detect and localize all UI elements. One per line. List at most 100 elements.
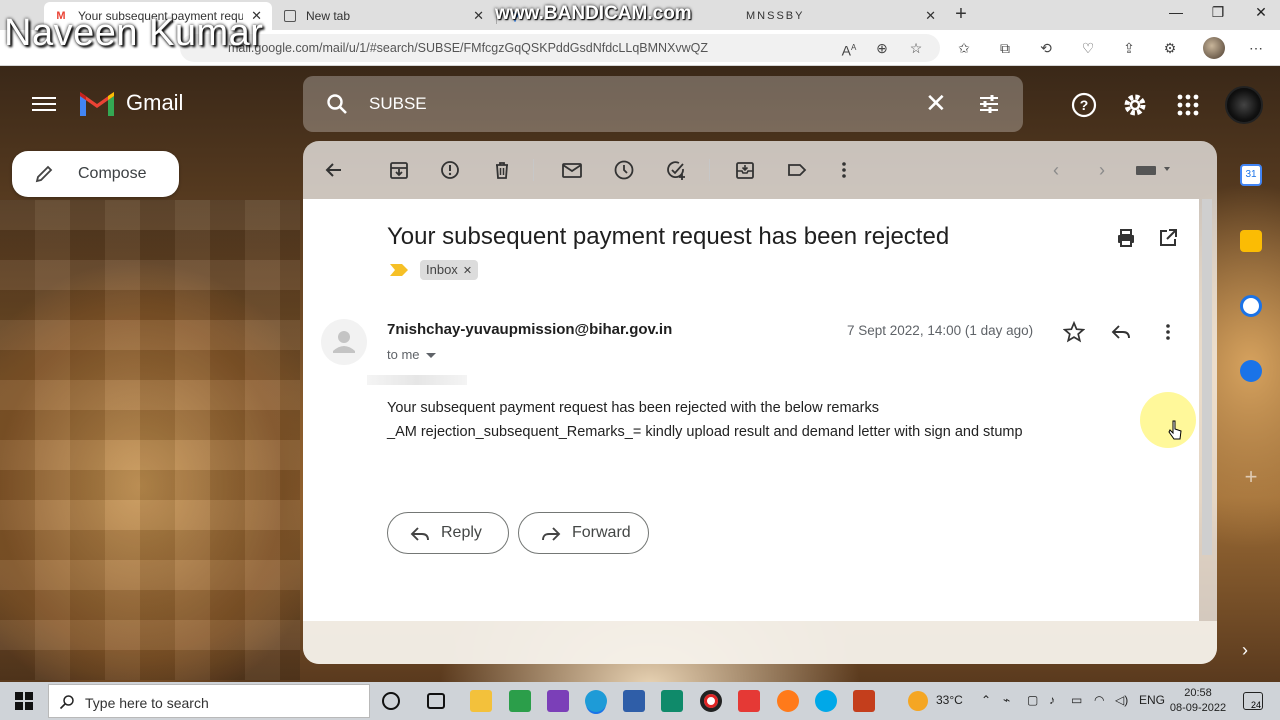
temperature-readout[interactable]: 33°C bbox=[936, 693, 963, 707]
profile-avatar[interactable] bbox=[1203, 37, 1225, 59]
back-arrow-icon[interactable] bbox=[323, 159, 345, 181]
pixelated-sidebar bbox=[0, 200, 300, 680]
more-message-options-icon[interactable] bbox=[1157, 321, 1179, 343]
keep-icon[interactable] bbox=[1240, 230, 1262, 252]
show-side-panel-icon[interactable]: › bbox=[1242, 640, 1248, 661]
older-message-icon[interactable]: › bbox=[1092, 159, 1112, 181]
sender-email[interactable]: 7nishchay-yuvaupmission@bihar.gov.in bbox=[387, 321, 672, 338]
settings-gear-icon[interactable] bbox=[1122, 92, 1148, 118]
history-icon[interactable]: ⟲ bbox=[1035, 38, 1057, 58]
tray-chevron-icon[interactable]: ⌃ bbox=[981, 693, 991, 707]
open-in-new-window-icon[interactable] bbox=[1157, 227, 1179, 249]
google-apps-icon[interactable] bbox=[1175, 92, 1201, 118]
show-details-icon[interactable] bbox=[425, 353, 436, 359]
taskbar-search-box[interactable]: Type here to search bbox=[48, 684, 370, 718]
maximize-icon[interactable]: ❐ bbox=[1200, 4, 1236, 21]
message-body-line: _AM rejection_subsequent_Remarks_= kindl… bbox=[387, 424, 1023, 440]
network-app-icon[interactable] bbox=[623, 690, 645, 712]
label-icon[interactable] bbox=[786, 159, 808, 181]
favorites-icon[interactable]: ✩ bbox=[953, 38, 975, 58]
browser-essentials-icon[interactable]: ♡ bbox=[1077, 38, 1099, 58]
media-app-icon[interactable] bbox=[661, 690, 683, 712]
help-icon[interactable]: ? bbox=[1071, 92, 1097, 118]
search-icon[interactable] bbox=[325, 92, 349, 116]
extensions-icon[interactable]: ⚙ bbox=[1159, 38, 1181, 58]
main-menu-icon[interactable] bbox=[32, 93, 56, 113]
tasks-icon[interactable] bbox=[1240, 295, 1262, 317]
cortana-icon[interactable] bbox=[382, 692, 400, 710]
tray-battery-icon[interactable]: ▭ bbox=[1071, 693, 1082, 707]
report-spam-icon[interactable] bbox=[439, 159, 461, 181]
message-scrollbar[interactable] bbox=[1201, 199, 1213, 555]
star-icon[interactable] bbox=[1063, 321, 1085, 343]
read-aloud-icon[interactable]: AA bbox=[838, 38, 860, 59]
snooze-clock-icon[interactable] bbox=[613, 159, 635, 181]
close-icon[interactable]: ✕ bbox=[925, 8, 936, 24]
file-explorer-icon[interactable] bbox=[470, 690, 492, 712]
youtube-icon[interactable] bbox=[738, 690, 760, 712]
firefox-icon[interactable] bbox=[777, 690, 799, 712]
move-to-icon[interactable] bbox=[734, 159, 756, 181]
compose-button[interactable]: Compose bbox=[12, 151, 179, 197]
add-to-tasks-icon[interactable] bbox=[665, 159, 687, 181]
input-tools-keyboard-icon[interactable] bbox=[1135, 159, 1175, 181]
google-account-avatar[interactable] bbox=[1225, 86, 1263, 124]
tab-label: New tab bbox=[306, 9, 351, 23]
more-options-icon[interactable]: ⋯ bbox=[1245, 38, 1267, 58]
recipient-text: to me bbox=[387, 347, 420, 362]
important-marker-icon[interactable] bbox=[390, 264, 408, 276]
forward-button[interactable]: Forward bbox=[518, 512, 649, 554]
email-subject: Your subsequent payment request has been… bbox=[387, 223, 950, 250]
task-view-icon[interactable] bbox=[427, 693, 445, 709]
clock-time: 20:58 bbox=[1184, 687, 1212, 699]
tray-network-icon[interactable]: ⌁ bbox=[1003, 693, 1010, 707]
calendar-icon[interactable]: 31 bbox=[1240, 164, 1262, 186]
search-input[interactable]: SUBSE bbox=[369, 94, 427, 114]
tab-new-tab[interactable]: New tab ✕ bbox=[274, 2, 494, 30]
edge-browser-icon[interactable] bbox=[585, 690, 607, 712]
delete-icon[interactable] bbox=[491, 159, 513, 181]
print-icon[interactable] bbox=[1115, 227, 1137, 249]
clear-search-icon[interactable]: ✕ bbox=[925, 88, 947, 119]
collections-icon[interactable]: ⧉ bbox=[994, 38, 1016, 58]
search-bar[interactable]: SUBSE ✕ bbox=[303, 76, 1023, 132]
tray-microphone-icon[interactable]: ♪ bbox=[1049, 693, 1055, 707]
scroll-thumb[interactable] bbox=[1202, 199, 1212, 555]
forward-arrow-icon bbox=[542, 527, 561, 541]
add-favorite-icon[interactable]: ☆ bbox=[905, 38, 927, 58]
powerpoint-icon[interactable] bbox=[853, 690, 875, 712]
recipient-line[interactable]: to me bbox=[387, 347, 436, 362]
close-icon[interactable]: ✕ bbox=[473, 8, 484, 24]
mark-unread-icon[interactable] bbox=[561, 159, 583, 181]
recorder-name-overlay: Naveen Kumar bbox=[4, 12, 264, 54]
weather-icon[interactable] bbox=[908, 691, 928, 711]
close-window-icon[interactable]: ✕ bbox=[1243, 4, 1279, 21]
reply-icon[interactable] bbox=[1110, 321, 1132, 343]
share-icon[interactable]: ⇪ bbox=[1118, 38, 1140, 58]
minimize-icon[interactable]: — bbox=[1158, 4, 1194, 20]
skype-icon[interactable] bbox=[815, 690, 837, 712]
get-addons-icon[interactable]: + bbox=[1240, 466, 1262, 488]
more-actions-icon[interactable] bbox=[833, 159, 855, 181]
newer-message-icon[interactable]: ‹ bbox=[1046, 159, 1066, 181]
new-tab-button[interactable]: + bbox=[950, 3, 972, 27]
sender-avatar bbox=[321, 319, 367, 365]
search-options-icon[interactable] bbox=[977, 92, 1001, 116]
notification-center-icon[interactable]: 24 bbox=[1243, 692, 1263, 710]
zoom-icon[interactable]: ⊕ bbox=[871, 38, 893, 58]
tray-volume-icon[interactable]: ◁) bbox=[1115, 693, 1128, 707]
taskbar-clock[interactable]: 20:58 08-09-2022 bbox=[1168, 686, 1228, 716]
visual-studio-icon[interactable] bbox=[547, 690, 569, 712]
input-language[interactable]: ENG bbox=[1139, 693, 1165, 707]
contacts-icon[interactable] bbox=[1240, 360, 1262, 382]
archive-icon[interactable] bbox=[388, 159, 410, 181]
bandicam-recorder-icon[interactable] bbox=[700, 690, 722, 712]
tray-wifi-icon[interactable]: ◠ bbox=[1094, 693, 1104, 707]
message-body-line: Your subsequent payment request has been… bbox=[387, 400, 879, 416]
url-text[interactable]: mail.google.com/mail/u/1/#search/SUBSE/F… bbox=[228, 41, 708, 55]
tray-device-icon[interactable]: ▢ bbox=[1027, 693, 1038, 707]
reply-button[interactable]: Reply bbox=[387, 512, 509, 554]
remove-label-icon[interactable]: ✕ bbox=[463, 265, 472, 277]
windows-start-icon[interactable] bbox=[15, 692, 33, 710]
snipping-tool-icon[interactable] bbox=[509, 690, 531, 712]
